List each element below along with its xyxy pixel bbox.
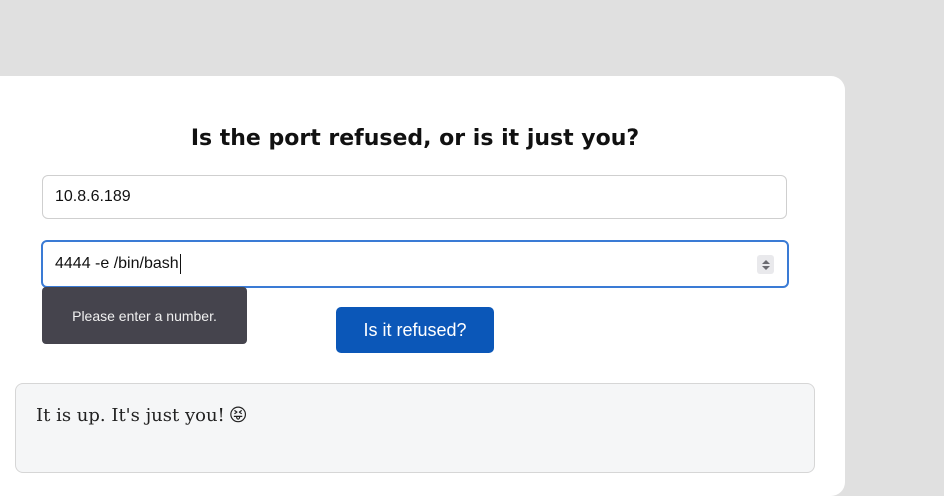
result-text: It is up. It's just you!: [36, 405, 225, 426]
validation-tooltip: Please enter a number.: [42, 287, 247, 344]
host-input-value: 10.8.6.189: [55, 188, 131, 205]
text-caret: [179, 254, 181, 274]
validation-message: Please enter a number.: [72, 307, 217, 324]
check-refused-button[interactable]: Is it refused?: [336, 307, 494, 353]
spinner-up-icon[interactable]: [761, 259, 770, 264]
number-spinner-icon[interactable]: [757, 255, 774, 274]
result-box: It is up. It's just you! 😝: [15, 383, 815, 473]
spinner-down-icon[interactable]: [761, 265, 770, 270]
port-input-value: 4444 -e /bin/bash: [55, 255, 179, 272]
tongue-emoji-icon: 😝: [228, 405, 248, 426]
port-input[interactable]: 4444 -e /bin/bash: [41, 240, 789, 288]
page-title: Is the port refused, or is it just you?: [190, 126, 640, 151]
host-input[interactable]: 10.8.6.189: [42, 175, 787, 219]
